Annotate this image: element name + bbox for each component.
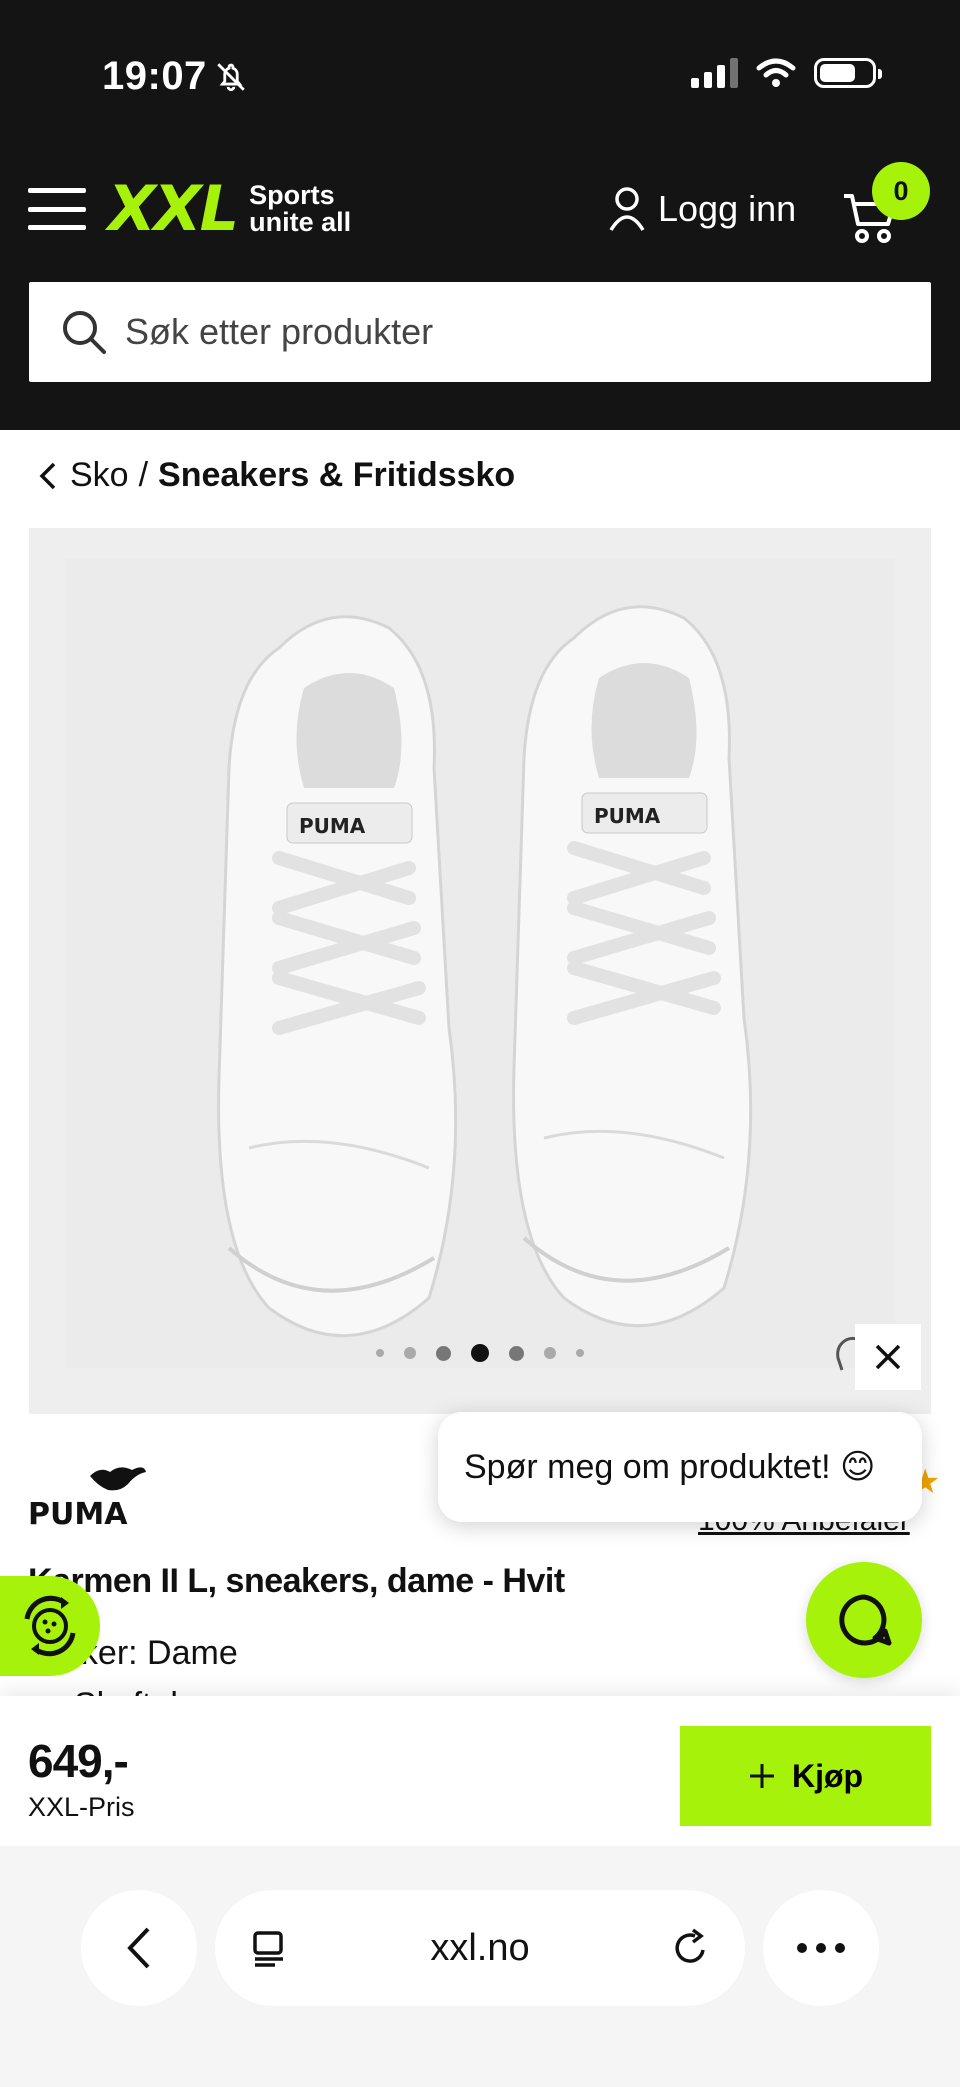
gallery-dot[interactable] xyxy=(436,1345,451,1361)
close-icon xyxy=(875,1344,901,1370)
reload-icon[interactable] xyxy=(671,1928,711,1968)
product-title: Karmen II L, sneakers, dame - Hvit xyxy=(28,1562,565,1600)
chat-button[interactable] xyxy=(806,1562,922,1678)
gallery-dot[interactable] xyxy=(376,1349,384,1357)
search-placeholder: Søk etter produkter xyxy=(125,311,434,352)
menu-button[interactable] xyxy=(28,188,86,230)
more-icon xyxy=(797,1943,845,1953)
product-image-gallery[interactable]: PUMA PUMA xyxy=(29,528,931,1414)
breadcrumb-separator: / xyxy=(138,456,149,494)
status-time: 19:07 xyxy=(102,54,207,98)
recycle-icon xyxy=(24,1595,76,1657)
user-icon xyxy=(609,187,645,231)
gallery-dot[interactable] xyxy=(544,1347,556,1359)
page: 19:07 XXL Sports unite all Logg inn 0 Sø… xyxy=(0,0,960,2087)
chevron-left-icon xyxy=(127,1927,150,1969)
gallery-dot[interactable] xyxy=(509,1345,524,1361)
browser-more-button[interactable] xyxy=(763,1890,879,2006)
chat-prompt-bubble[interactable]: Spør meg om produktet! 😊 xyxy=(438,1412,922,1522)
logo-tagline-line-2: unite all xyxy=(249,207,352,237)
logo-tagline-line-1: Sports xyxy=(249,180,335,210)
sustainability-badge[interactable] xyxy=(0,1576,100,1676)
breadcrumb: Sko / Sneakers & Fritidssko xyxy=(36,456,515,495)
address-bar[interactable]: xxl.no xyxy=(215,1890,745,2006)
buy-button-label: Kjøp xyxy=(791,1757,864,1794)
gallery-dot[interactable] xyxy=(576,1349,584,1357)
wifi-icon xyxy=(756,58,796,87)
svg-text:PUMA: PUMA xyxy=(299,814,366,838)
close-chat-button[interactable] xyxy=(855,1324,921,1390)
gallery-dot[interactable] xyxy=(404,1347,416,1359)
gallery-pagination xyxy=(29,1344,931,1362)
search-input[interactable]: Søk etter produkter xyxy=(29,282,931,382)
breadcrumb-parent-link[interactable]: Sko xyxy=(70,456,129,495)
right-shoe: PUMA xyxy=(512,605,753,1328)
plus-icon xyxy=(749,1764,774,1788)
chevron-left-icon[interactable] xyxy=(36,460,60,492)
buy-button[interactable]: Kjøp xyxy=(680,1726,931,1826)
price-label: XXL-Pris xyxy=(28,1792,135,1822)
logo-tagline: Sports unite all xyxy=(249,182,351,236)
reader-mode-icon[interactable] xyxy=(249,1928,289,1968)
product-price: 649,- xyxy=(28,1735,129,1787)
battery-icon xyxy=(814,58,882,88)
search-icon xyxy=(63,311,106,354)
logo-mark: XXL xyxy=(108,172,239,245)
chat-icon xyxy=(839,1594,892,1646)
breadcrumb-current[interactable]: Sneakers & Fritidssko xyxy=(158,456,515,495)
svg-text:PUMA: PUMA xyxy=(594,804,661,828)
product-image[interactable]: PUMA PUMA xyxy=(29,528,931,1414)
gallery-dot[interactable] xyxy=(471,1344,489,1362)
url-text: xxl.no xyxy=(430,1926,530,1969)
brand-logo-text: PUMA xyxy=(28,1497,128,1526)
cart-count-badge: 0 xyxy=(872,162,930,220)
cellular-signal-icon xyxy=(691,58,738,88)
login-button[interactable]: Logg inn xyxy=(608,186,796,232)
brand-logo[interactable]: PUMA xyxy=(28,1462,148,1526)
browser-back-button[interactable] xyxy=(81,1890,197,2006)
left-shoe: PUMA xyxy=(217,615,458,1338)
site-logo[interactable]: XXL Sports unite all xyxy=(108,178,351,240)
login-label: Logg inn xyxy=(658,188,797,229)
status-indicators xyxy=(691,58,882,88)
bell-off-icon xyxy=(217,63,245,92)
